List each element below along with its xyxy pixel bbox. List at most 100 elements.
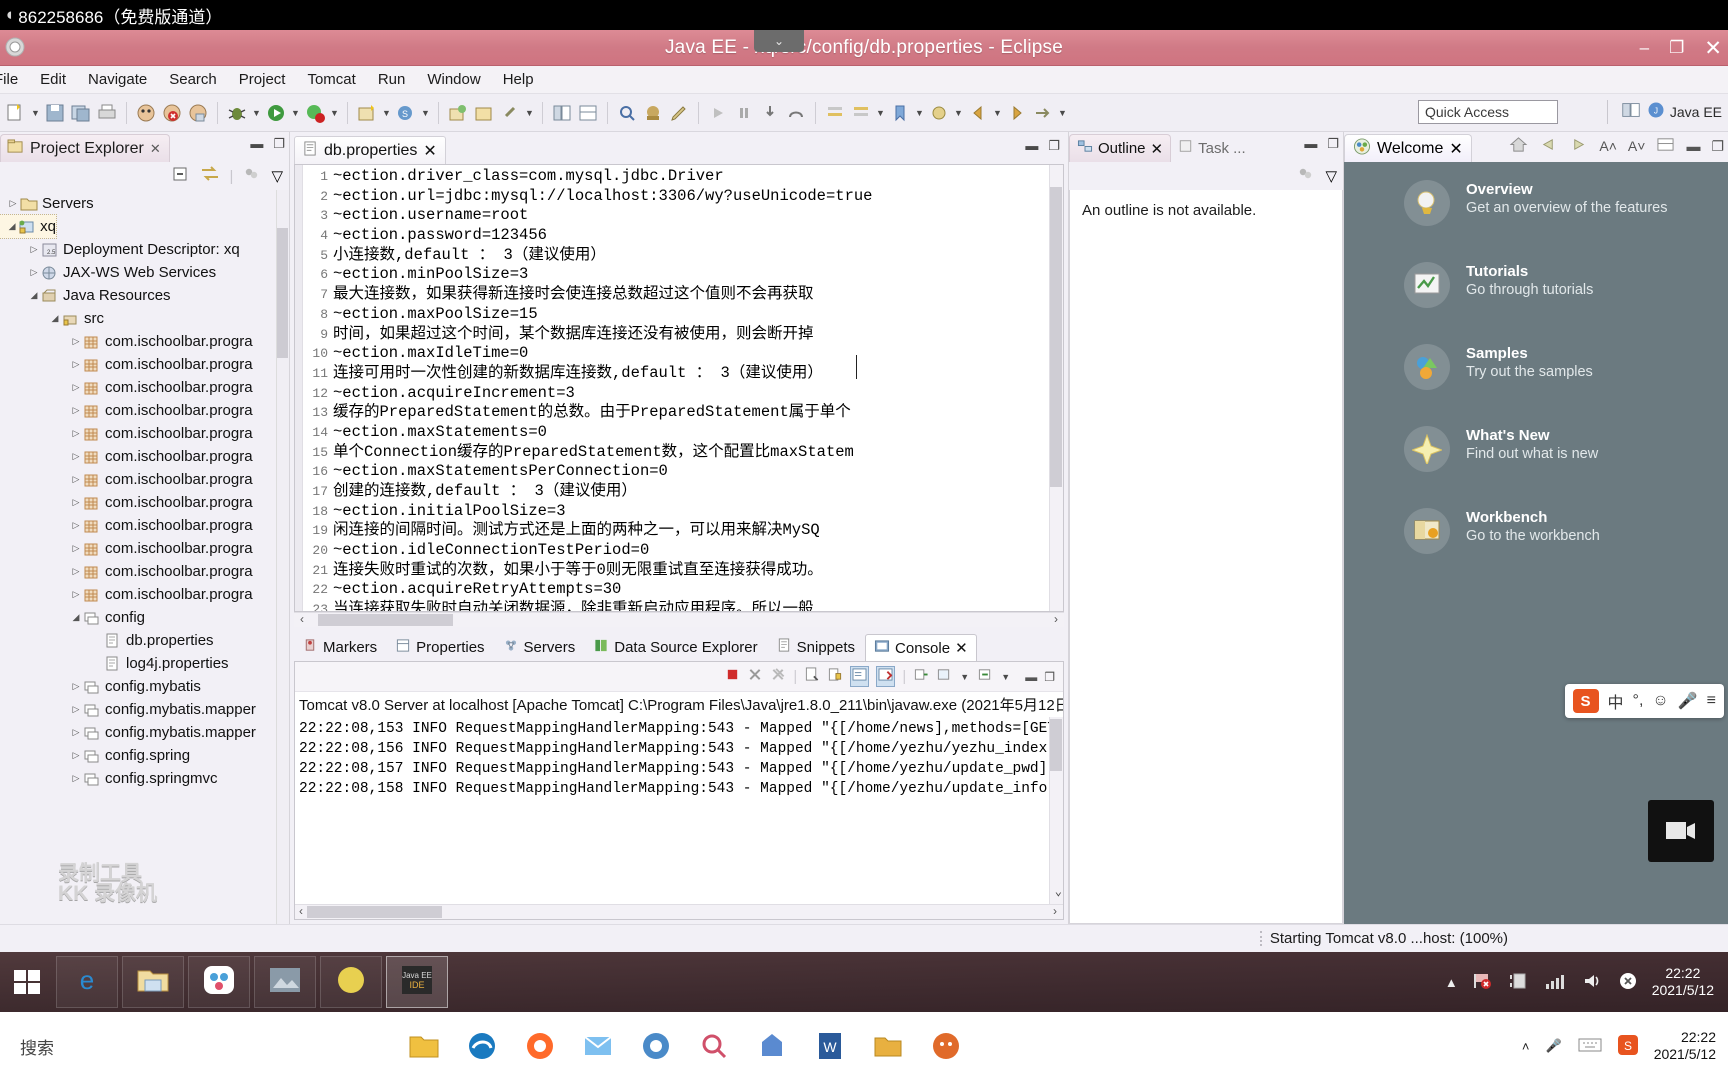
tree-expand-arrow[interactable]: ▷ xyxy=(69,382,83,393)
maximize-button[interactable]: ❐ xyxy=(1669,38,1684,58)
scroll-lock-icon[interactable] xyxy=(827,667,843,686)
volume-icon[interactable] xyxy=(1582,971,1604,994)
forward-icon[interactable] xyxy=(1569,136,1588,156)
menu-navigate[interactable]: Navigate xyxy=(77,69,158,90)
filter-icon[interactable] xyxy=(1297,166,1315,186)
tree-expand-arrow[interactable]: ▷ xyxy=(69,405,83,416)
debug-icon[interactable] xyxy=(225,101,249,125)
tree-item[interactable]: ▷ config.springmvc xyxy=(0,767,289,790)
tree-item[interactable]: ▷ com.ischoolbar.progra xyxy=(0,399,289,422)
menu-project[interactable]: Project xyxy=(228,69,297,90)
tree-item[interactable]: ▷ com.ischoolbar.progra xyxy=(0,376,289,399)
remove-launch-icon[interactable] xyxy=(747,667,763,686)
minimize-console-button[interactable]: ▬ xyxy=(1025,670,1037,684)
open-perspective-icon[interactable] xyxy=(1620,99,1642,124)
taskbar-item-file-explorer[interactable] xyxy=(122,956,184,1008)
editor-code-area[interactable]: 1 ~ection.driver_class=com.mysql.jdbc.Dri… xyxy=(303,165,1063,611)
tree-expand-arrow[interactable]: ▷ xyxy=(6,198,20,209)
layout-grid-icon[interactable] xyxy=(576,101,600,125)
back-dropdown-icon[interactable]: ▼ xyxy=(992,108,1003,118)
previous-annotation-icon[interactable] xyxy=(849,101,873,125)
code-line[interactable]: 1 ~ection.driver_class=com.mysql.jdbc.Dri… xyxy=(303,167,1063,187)
emoji-icon[interactable]: ☺ xyxy=(1652,692,1668,710)
new-project-dropdown-icon[interactable]: ▼ xyxy=(381,108,392,118)
menu-window[interactable]: Window xyxy=(416,69,491,90)
next-annotation-icon[interactable] xyxy=(823,101,847,125)
open-folder-icon[interactable] xyxy=(472,101,496,125)
scroll-left-icon[interactable]: ‹ xyxy=(300,612,304,626)
action-center-icon[interactable] xyxy=(1472,971,1494,994)
tree-expand-arrow[interactable]: ◢ xyxy=(6,221,18,232)
link-icon[interactable] xyxy=(498,101,522,125)
menu-search[interactable]: Search xyxy=(158,69,228,90)
folder-icon[interactable] xyxy=(871,1029,905,1063)
step-over-icon[interactable] xyxy=(784,101,808,125)
minimize-panel-button[interactable]: ▬ xyxy=(250,136,263,152)
menu-run[interactable]: Run xyxy=(367,69,417,90)
tomcat-stop-icon[interactable] xyxy=(160,101,184,125)
show-hidden-icons-icon[interactable]: ˄ xyxy=(1522,1039,1530,1054)
back-icon[interactable] xyxy=(1539,136,1558,156)
console-select-dropdown-icon[interactable]: ▼ xyxy=(959,672,970,682)
tree-item[interactable]: ▷ com.ischoolbar.progra xyxy=(0,468,289,491)
search-icon[interactable] xyxy=(615,101,639,125)
bottom-tab-data-source-explorer[interactable]: Data Source Explorer xyxy=(585,634,765,661)
tree-expand-arrow[interactable]: ▷ xyxy=(27,244,41,255)
tree-expand-arrow[interactable]: ◢ xyxy=(69,612,83,623)
save-all-icon[interactable] xyxy=(69,101,93,125)
editor-scroll-thumb[interactable] xyxy=(1050,187,1062,487)
tree-item[interactable]: ▷ JAX-WS Web Services xyxy=(0,261,289,284)
tree-expand-arrow[interactable]: ▷ xyxy=(69,428,83,439)
console-vertical-scrollbar[interactable]: ⌄ xyxy=(1049,717,1063,904)
tree-item[interactable]: ▷ config.mybatis xyxy=(0,675,289,698)
bookmark-dropdown-icon[interactable]: ▼ xyxy=(914,108,925,118)
sogou-tray-icon[interactable]: S xyxy=(1617,1034,1638,1058)
tree-item[interactable]: ▷ com.ischoolbar.progra xyxy=(0,445,289,468)
console-vscroll-thumb[interactable] xyxy=(1050,719,1062,771)
file-explorer-icon[interactable] xyxy=(407,1029,441,1063)
show-console-on-output-icon[interactable] xyxy=(850,666,870,687)
scroll-right-icon[interactable]: › xyxy=(1053,904,1057,918)
tab-project-explorer[interactable]: Project Explorer ✕ xyxy=(0,134,170,162)
bottom-tab-console[interactable]: Console ✕ xyxy=(865,634,977,661)
code-line[interactable]: 21 连接失败时重试的次数，如果小于等于0则无限重试直至连接获得成功。 xyxy=(303,561,1063,581)
code-line[interactable]: 12 ~ection.acquireIncrement=3 xyxy=(303,384,1063,404)
run-icon[interactable] xyxy=(264,101,288,125)
menu-edit[interactable]: Edit xyxy=(29,69,77,90)
forward-icon[interactable] xyxy=(1005,101,1029,125)
tree-item[interactable]: ▷ com.ischoolbar.progra xyxy=(0,537,289,560)
welcome-item-what-s-new[interactable]: What's New Find out what is new xyxy=(1344,408,1728,490)
close-icon[interactable]: ✕ xyxy=(955,639,968,657)
mail-icon[interactable] xyxy=(581,1029,615,1063)
code-line[interactable]: 22 ~ection.acquireRetryAttempts=30 xyxy=(303,580,1063,600)
close-tray-icon[interactable] xyxy=(1618,971,1638,994)
new-class-dropdown-icon[interactable]: ▼ xyxy=(420,108,431,118)
welcome-item-tutorials[interactable]: Tutorials Go through tutorials xyxy=(1344,244,1728,326)
show-hidden-icons-icon[interactable]: ▲ xyxy=(1445,975,1458,990)
title-dropdown-tab[interactable]: ⌄ xyxy=(754,30,804,52)
open-console-icon[interactable] xyxy=(977,667,993,686)
tree-item[interactable]: ▷ com.ischoolbar.progra xyxy=(0,353,289,376)
zoom-in-icon[interactable]: A˄ xyxy=(1599,138,1617,154)
tree-expand-arrow[interactable]: ▷ xyxy=(69,520,83,531)
display-selected-console-icon[interactable] xyxy=(936,667,952,686)
tree-expand-arrow[interactable]: ▷ xyxy=(69,497,83,508)
close-icon[interactable]: ✕ xyxy=(150,141,161,157)
marker-dropdown-icon[interactable]: ▼ xyxy=(953,108,964,118)
taskbar-item-yellow-app[interactable] xyxy=(320,956,382,1008)
taskbar-search-input[interactable]: 搜索 xyxy=(0,1012,395,1080)
menu-help[interactable]: Help xyxy=(492,69,545,90)
console-horizontal-scrollbar[interactable]: ‹ › xyxy=(295,904,1063,919)
tab-task-list[interactable]: Task ... xyxy=(1171,134,1253,162)
code-line[interactable]: 4 ~ection.password=123456 xyxy=(303,226,1063,246)
scroll-right-icon[interactable]: › xyxy=(1054,612,1058,626)
code-line[interactable]: 2 ~ection.url=jdbc:mysql://localhost:3306… xyxy=(303,187,1063,207)
tree-expand-arrow[interactable]: ▷ xyxy=(27,267,41,278)
tree-scroll-thumb[interactable] xyxy=(277,228,288,358)
annotation-dropdown-icon[interactable]: ▼ xyxy=(875,108,886,118)
editor-vertical-scrollbar[interactable] xyxy=(1049,165,1063,611)
chevron-down-icon[interactable]: ⌄ xyxy=(1055,882,1062,902)
tree-expand-arrow[interactable]: ▷ xyxy=(69,589,83,600)
scroll-left-icon[interactable]: ‹ xyxy=(299,904,303,918)
close-button[interactable]: ✕ xyxy=(1704,36,1722,61)
